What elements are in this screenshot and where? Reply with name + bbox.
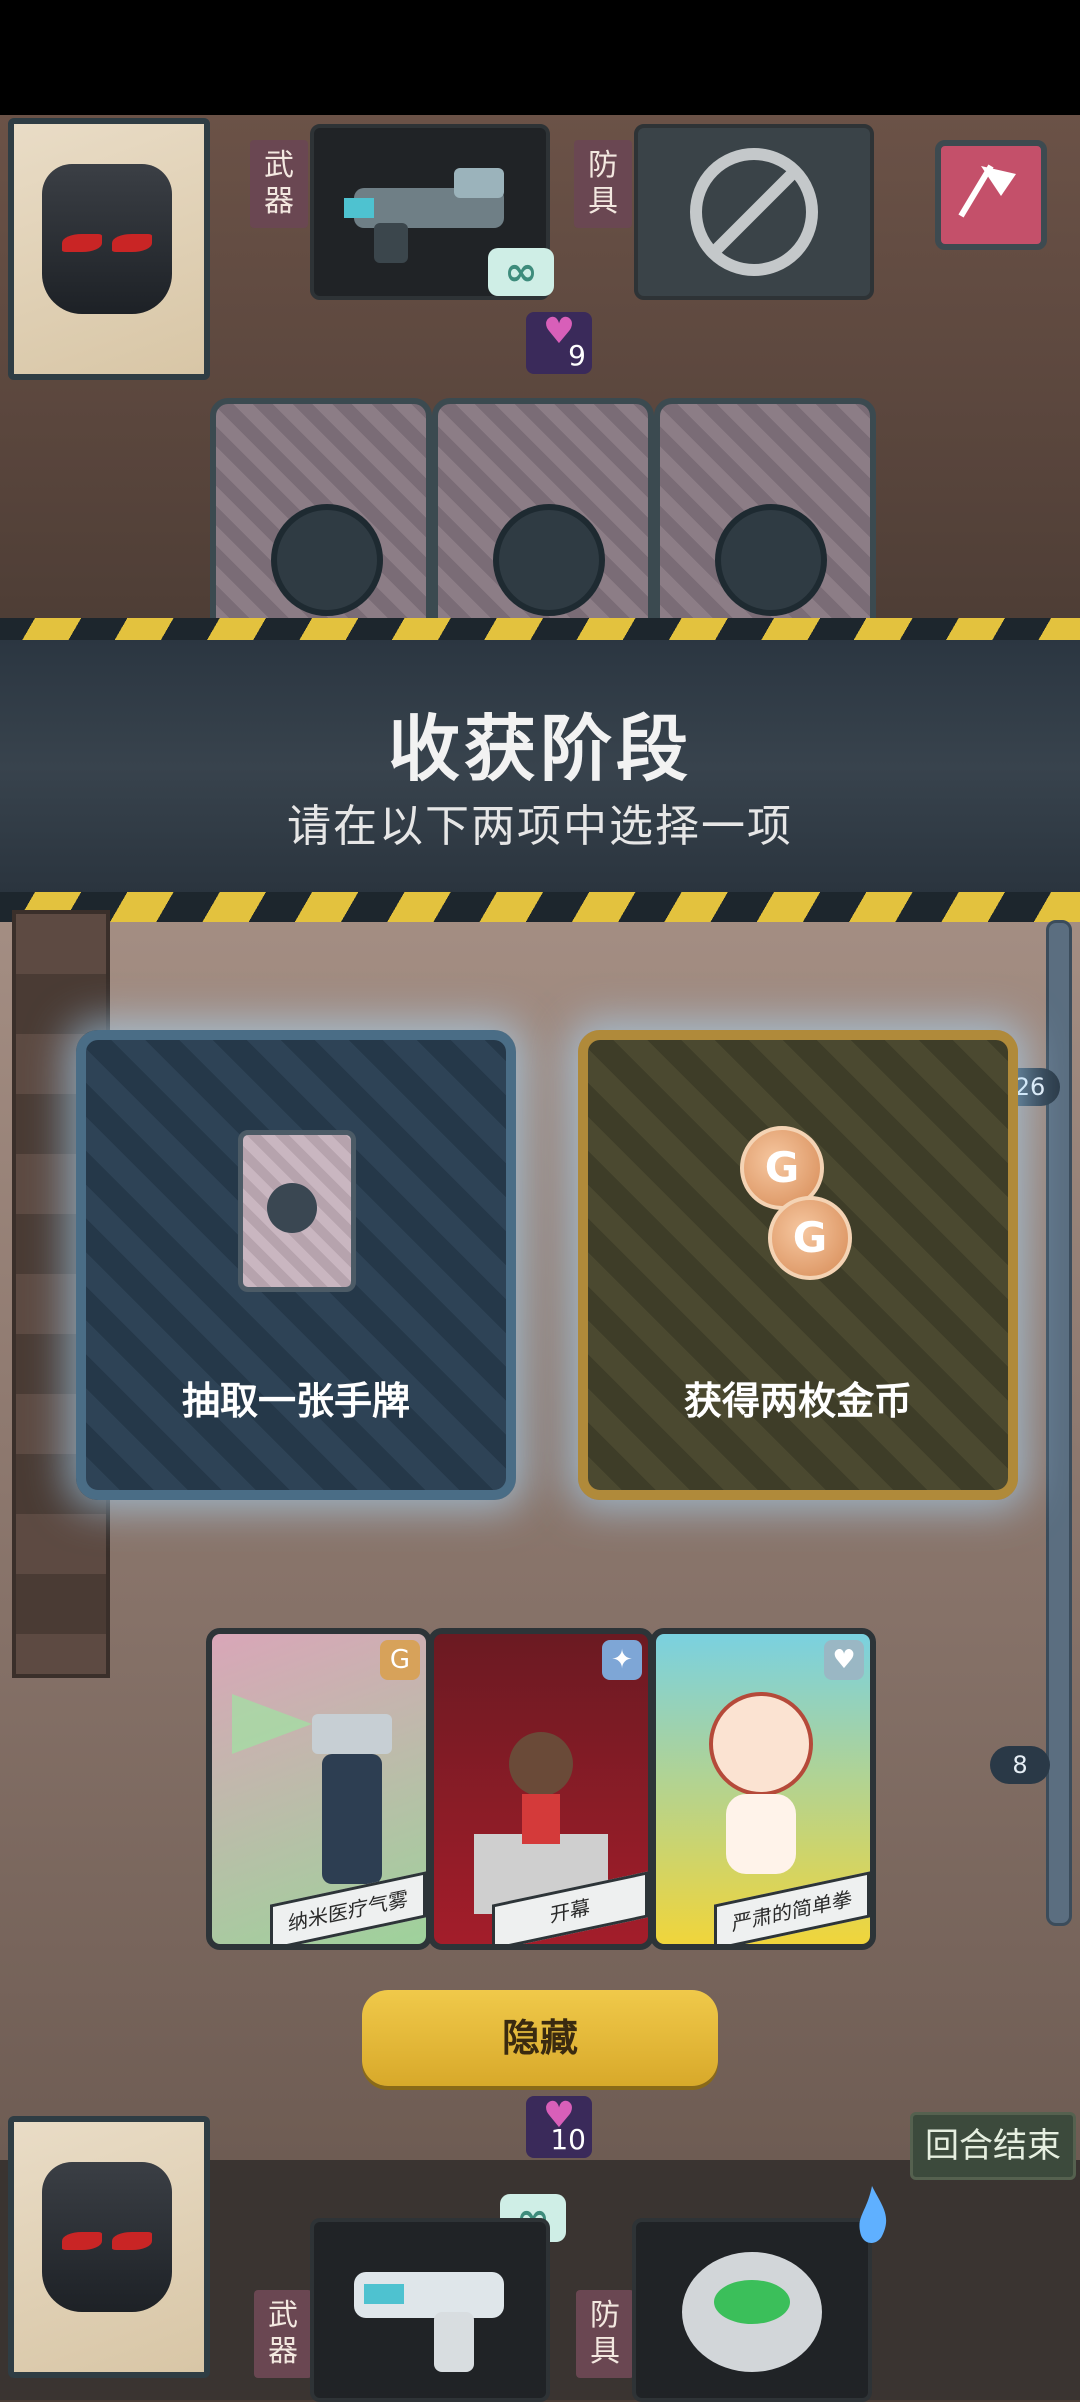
draw-card-label: 抽取一张手牌 — [181, 1379, 410, 1423]
eye-left — [62, 2232, 102, 2250]
hide-button[interactable]: 隐藏 — [362, 1990, 718, 2086]
eye-right — [112, 234, 152, 252]
eye-right — [112, 2232, 152, 2250]
faction-logo-icon — [715, 504, 827, 616]
end-turn-button[interactable]: 回合结束 — [910, 2112, 1076, 2180]
opponent-armor-label: 防具 — [574, 140, 632, 228]
card-back-icon — [238, 1130, 356, 1292]
player-armor-label: 防具 — [576, 2290, 634, 2378]
opponent-armor-slot[interactable] — [634, 124, 874, 300]
masked-hero-portrait — [42, 2162, 172, 2312]
hand-card-2[interactable]: ✦ 开幕 — [428, 1628, 654, 1950]
faction-logo-icon — [267, 1183, 317, 1233]
track-bottom-value: 8 — [990, 1746, 1050, 1784]
sparkle-icon: ✦ — [602, 1640, 642, 1680]
gain-coins-choice[interactable]: G G 获得两枚金币 — [578, 1030, 1018, 1500]
gun-icon — [354, 2272, 504, 2372]
status-bar — [0, 0, 1080, 115]
player-heart-badge: ♥ 10 — [526, 2096, 592, 2158]
hand-card-1[interactable]: G 纳米医疗气雾 — [206, 1628, 432, 1950]
player-armor-slot[interactable] — [632, 2218, 872, 2402]
opponent-avatar[interactable] — [8, 118, 210, 380]
faction-logo-icon — [493, 504, 605, 616]
hand-card-3[interactable]: ♥ 严肃的简单拳 — [650, 1628, 876, 1950]
eye-left — [62, 234, 102, 252]
player-weapon-slot[interactable] — [310, 2218, 550, 2402]
opponent-weapon-label: 武器 — [250, 140, 308, 228]
opponent-heart-badge: ♥ 9 — [526, 312, 592, 374]
flag-icon — [958, 164, 1016, 218]
gain-coins-label: 获得两枚金币 — [683, 1379, 912, 1423]
surrender-flag-button[interactable] — [935, 140, 1047, 250]
flame-icon — [859, 2186, 887, 2243]
faction-logo-icon — [271, 504, 383, 616]
player-weapon-label: 武器 — [254, 2290, 312, 2378]
coin-icon: G — [380, 1640, 420, 1680]
phase-subtitle: 请在以下两项中选择一项 — [287, 801, 793, 852]
opponent-heart-count: 9 — [568, 339, 586, 372]
player-avatar[interactable] — [8, 2116, 210, 2378]
hazard-stripe-bottom — [0, 892, 1080, 922]
empty-slot-icon — [690, 148, 818, 276]
player-heart-count: 10 — [550, 2123, 586, 2156]
phase-title: 收获阶段 — [387, 707, 692, 791]
opponent-infinity-badge: ∞ — [488, 248, 554, 296]
heart-icon: ♥ — [824, 1640, 864, 1680]
masked-hero-portrait — [42, 164, 172, 314]
coin-icon: G — [768, 1196, 852, 1280]
draw-card-choice[interactable]: 抽取一张手牌 — [76, 1030, 516, 1500]
helmet-armor-icon — [682, 2252, 822, 2372]
